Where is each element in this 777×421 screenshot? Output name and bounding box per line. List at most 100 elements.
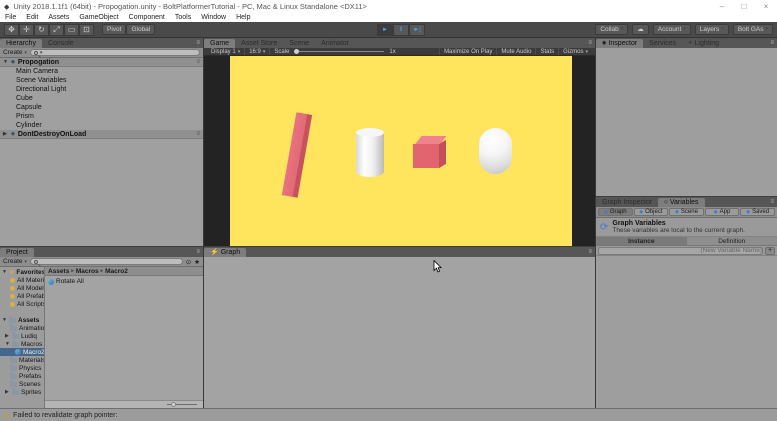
tab-graph-inspector[interactable]: Graph Inspector	[596, 198, 658, 207]
menu-component[interactable]: Component	[129, 14, 165, 21]
move-tool-icon[interactable]: ✛	[19, 24, 34, 36]
tab-animator[interactable]: Animator	[315, 39, 355, 48]
favorite-all-models[interactable]: All Models	[0, 284, 44, 292]
panel-menu-icon[interactable]: ≡	[193, 248, 203, 257]
asset-macro2-selected[interactable]: Macro2	[0, 348, 44, 356]
search-by-type-icon[interactable]: ⊙	[186, 258, 191, 266]
tab-services[interactable]: Services	[643, 39, 682, 48]
hierarchy-item-scene-variables[interactable]: Scene Variables	[0, 76, 203, 85]
folder-ludiq[interactable]: ▶Ludiq	[0, 332, 44, 340]
tab-game[interactable]: Game	[204, 39, 235, 48]
foldout-open-icon[interactable]: ▼	[2, 317, 7, 323]
breadcrumb-macro2[interactable]: Macro2	[105, 268, 128, 275]
display-dropdown[interactable]: Display 1 ▾	[207, 48, 245, 55]
menu-tools[interactable]: Tools	[175, 14, 191, 21]
kind-object-button[interactable]: ◆Object	[634, 208, 669, 216]
tab-hierarchy[interactable]: Hierarchy	[0, 39, 42, 48]
slider-knob[interactable]	[171, 402, 176, 407]
step-button[interactable]: ►|	[409, 24, 425, 36]
scale-tool-icon[interactable]: ⤢	[49, 24, 64, 36]
aspect-dropdown[interactable]: 16:9 ▾	[245, 48, 270, 55]
folder-animations[interactable]: Animations	[0, 324, 44, 332]
tab-variables[interactable]: ◇ Variables	[658, 198, 705, 207]
new-variable-input[interactable]	[598, 247, 763, 255]
account-dropdown[interactable]: Account ▾	[653, 24, 691, 35]
folder-sprites[interactable]: ▶Sprites	[0, 388, 44, 396]
tab-lighting[interactable]: ☀ Lighting	[682, 39, 725, 48]
folder-scenes[interactable]: Scenes	[0, 380, 44, 388]
rect-tool-icon[interactable]: ▭	[64, 24, 79, 36]
thumbnail-zoom-slider[interactable]	[167, 404, 197, 405]
folder-physics[interactable]: Physics	[0, 364, 44, 372]
foldout-open-icon[interactable]: ▼	[5, 341, 10, 347]
hierarchy-item-cylinder[interactable]: Cylinder	[0, 121, 203, 130]
global-toggle[interactable]: Global	[126, 24, 155, 35]
restore-button[interactable]: □	[733, 0, 755, 13]
favorites-root[interactable]: ▼ ★ Favorites	[0, 268, 44, 276]
subtab-definition[interactable]: Definition	[687, 237, 777, 245]
kind-saved-button[interactable]: ◆Saved	[740, 208, 775, 216]
foldout-closed-icon[interactable]: ▶	[5, 333, 10, 339]
search-by-label-icon[interactable]: ★	[194, 258, 200, 266]
menu-file[interactable]: File	[5, 14, 16, 21]
pivot-toggle[interactable]: Pivot	[102, 24, 126, 35]
transform-tool-icon[interactable]: ⊡	[79, 24, 94, 36]
status-bar[interactable]: ⚠ Failed to revalidate graph pointer:	[0, 408, 777, 421]
assets-root[interactable]: ▼ Assets	[0, 316, 44, 324]
favorite-all-prefabs[interactable]: All Prefabs	[0, 292, 44, 300]
scene-row-dontdestroyonload[interactable]: ▶ ◆ DontDestroyOnLoad ≡	[0, 130, 203, 139]
collab-dropdown[interactable]: Collab ▾	[595, 24, 628, 35]
tab-scene[interactable]: Scene	[283, 39, 315, 48]
kind-app-button[interactable]: ◆App	[705, 208, 740, 216]
project-search-input[interactable]	[30, 258, 183, 265]
subtab-instance[interactable]: Instance	[596, 237, 687, 245]
tab-console[interactable]: Console	[42, 39, 80, 48]
graph-canvas[interactable]	[204, 257, 595, 408]
tab-asset-store[interactable]: Asset Store	[235, 39, 283, 48]
pause-button[interactable]: ‖	[393, 24, 409, 36]
create-dropdown[interactable]: Create ▾	[3, 49, 27, 56]
layout-dropdown[interactable]: Bolt GAs ▾	[733, 24, 773, 35]
gizmos-dropdown[interactable]: Gizmos ▾	[558, 48, 592, 55]
kind-graph-button[interactable]: ◆Graph	[598, 208, 633, 216]
project-create-dropdown[interactable]: Create ▾	[3, 258, 27, 265]
play-button[interactable]: ►	[377, 24, 393, 36]
rotate-tool-icon[interactable]: ↻	[34, 24, 49, 36]
stats-toggle[interactable]: Stats	[535, 48, 558, 55]
foldout-closed-icon[interactable]: ▶	[5, 389, 10, 395]
tab-inspector[interactable]: ◉ Inspector	[596, 39, 643, 48]
layers-dropdown[interactable]: Layers ▾	[695, 24, 729, 35]
foldout-open-icon[interactable]: ▼	[3, 59, 8, 65]
menu-help[interactable]: Help	[236, 14, 250, 21]
scale-slider[interactable]	[294, 51, 384, 52]
hierarchy-item-prism[interactable]: Prism	[0, 112, 203, 121]
breadcrumb-assets[interactable]: Assets	[48, 268, 69, 275]
kind-scene-button[interactable]: ◆Scene	[669, 208, 704, 216]
asset-rotate-all[interactable]: Rotate All	[48, 278, 200, 285]
panel-menu-icon[interactable]: ≡	[585, 248, 595, 257]
hierarchy-item-main-camera[interactable]: Main Camera	[0, 67, 203, 76]
folder-macros[interactable]: ▼Macros	[0, 340, 44, 348]
favorite-all-materials[interactable]: All Materials	[0, 276, 44, 284]
hierarchy-search-input[interactable]: ▾	[30, 49, 200, 56]
hierarchy-item-cube[interactable]: Cube	[0, 94, 203, 103]
panel-menu-icon[interactable]: ≡	[193, 39, 203, 48]
game-viewport[interactable]	[204, 56, 595, 246]
menu-window[interactable]: Window	[201, 14, 226, 21]
tab-project[interactable]: Project	[0, 248, 34, 257]
favorite-all-scripts[interactable]: All Scripts	[0, 300, 44, 308]
folder-materials[interactable]: Materials	[0, 356, 44, 364]
foldout-closed-icon[interactable]: ▶	[3, 131, 8, 137]
panel-menu-icon[interactable]: ≡	[585, 39, 595, 48]
hierarchy-item-directional-light[interactable]: Directional Light	[0, 85, 203, 94]
menu-gameobject[interactable]: GameObject	[79, 14, 118, 21]
breadcrumb-macros[interactable]: Macros	[76, 268, 99, 275]
hierarchy-item-capsule[interactable]: Capsule	[0, 103, 203, 112]
mute-audio-toggle[interactable]: Mute Audio	[496, 48, 535, 55]
panel-menu-icon[interactable]: ≡	[767, 39, 777, 48]
add-variable-button[interactable]: +	[765, 247, 775, 255]
hand-tool-icon[interactable]: ✥	[4, 24, 19, 36]
scene-options-icon[interactable]: ≡	[196, 59, 203, 65]
panel-menu-icon[interactable]: ≡	[767, 198, 777, 207]
scene-row-propogation[interactable]: ▼ ◆ Propogation ≡	[0, 58, 203, 67]
